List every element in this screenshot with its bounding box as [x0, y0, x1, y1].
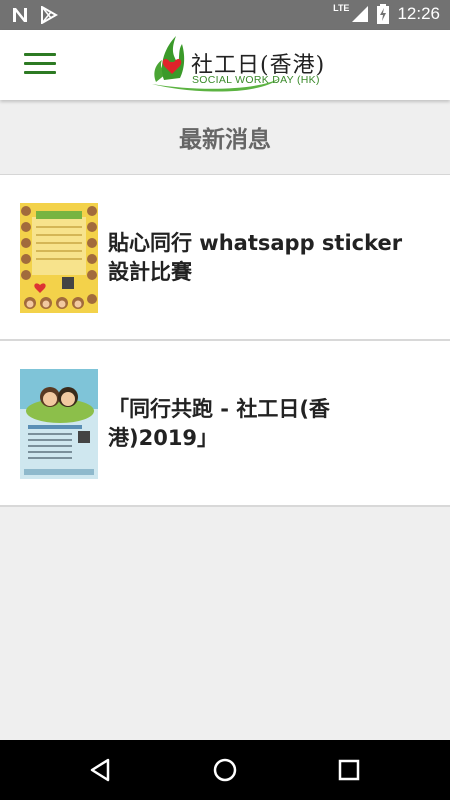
news-title: 「同行共跑 - 社工日(香港)2019」: [108, 397, 330, 450]
social-work-day-logo: 社工日(香港) SOCIAL WORK DAY (HK): [150, 34, 324, 96]
back-triangle-icon[interactable]: [86, 755, 116, 785]
run-event-poster-thumbnail: [20, 369, 98, 479]
home-circle-icon[interactable]: [210, 755, 240, 785]
news-item-sticker-contest[interactable]: 貼心同行 whatsapp sticker 設計比賽: [0, 175, 450, 341]
news-item-run-event[interactable]: 「同行共跑 - 社工日(香港)2019」: [0, 341, 450, 507]
status-bar: LTE 12:26: [0, 0, 450, 30]
news-list: 貼心同行 whatsapp sticker 設計比賽 「同行共跑 - 社工日(香…: [0, 175, 450, 507]
sticker-contest-poster-thumbnail: [20, 203, 98, 313]
news-title: 貼心同行 whatsapp sticker 設計比賽: [108, 231, 403, 284]
hamburger-line: [24, 62, 56, 65]
hamburger-line: [24, 71, 56, 74]
notification-n-icon: [13, 8, 27, 22]
app-bar: 社工日(香港) SOCIAL WORK DAY (HK): [0, 30, 450, 100]
recents-square-icon[interactable]: [334, 755, 364, 785]
signal-icon: [352, 6, 369, 22]
system-nav-bar: [0, 740, 450, 800]
network-label: LTE: [333, 3, 350, 13]
play-store-icon: [41, 6, 58, 24]
battery-charging-icon: [377, 4, 390, 24]
logo-subtitle: SOCIAL WORK DAY (HK): [192, 74, 320, 86]
clock: 12:26: [397, 4, 440, 23]
hamburger-icon: [24, 53, 56, 56]
hamburger-menu-button[interactable]: [24, 53, 56, 77]
section-title: 最新消息: [0, 100, 450, 175]
